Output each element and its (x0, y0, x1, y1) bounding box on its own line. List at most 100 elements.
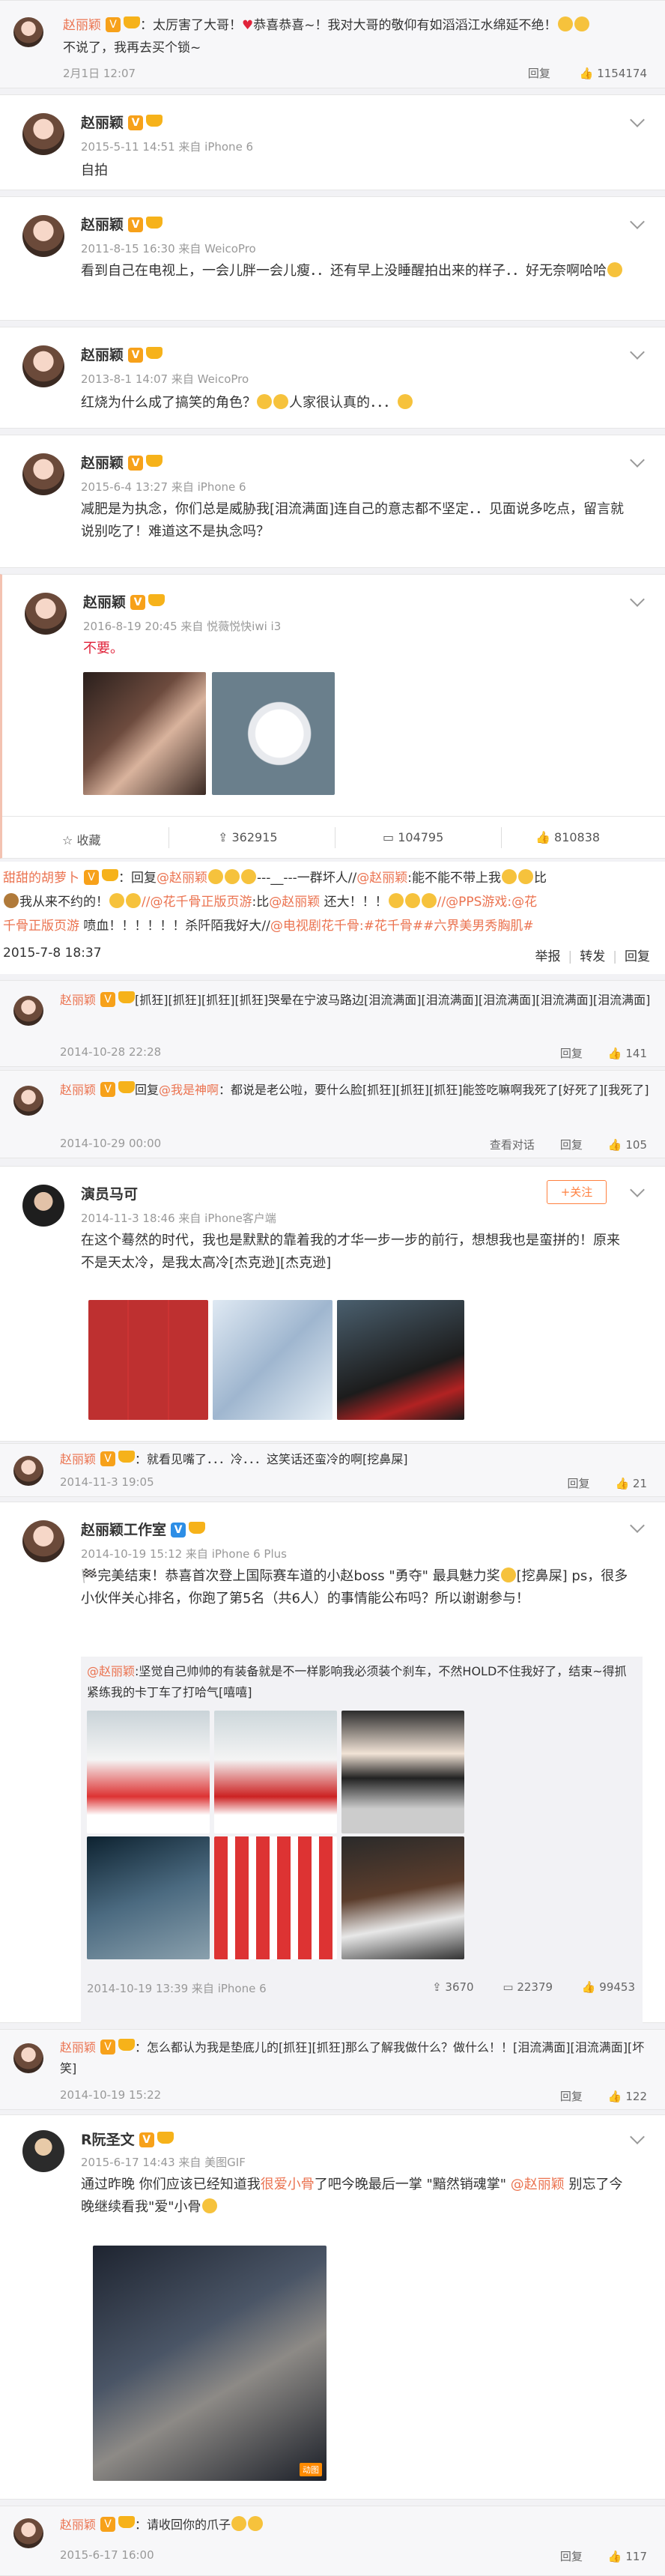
mention-link[interactable]: @我是神啊 (159, 1083, 219, 1097)
emoji-icon (273, 394, 288, 409)
mention-link[interactable]: 千骨正版页游 (3, 919, 79, 934)
avatar[interactable] (13, 2518, 43, 2548)
emoji-icon (109, 893, 124, 908)
quoted-image-3[interactable] (341, 1711, 464, 1833)
mention-link[interactable]: //@花千骨正版页游 (142, 895, 252, 910)
author-name[interactable]: 赵丽颖 (60, 2518, 96, 2532)
emoji-icon (388, 893, 404, 908)
author-name[interactable]: 赵丽颖 V (81, 452, 163, 472)
mention-link[interactable]: @赵丽颖 (356, 871, 407, 886)
report-button[interactable]: 举报 (535, 949, 561, 964)
reply-button[interactable]: 回复 (625, 949, 650, 964)
avatar[interactable] (13, 1086, 43, 1116)
author-name[interactable]: 赵丽颖工作室 V (81, 1519, 206, 1539)
post-image-portrait[interactable] (337, 1300, 464, 1420)
verified-badge: V (100, 2517, 116, 2532)
post-meta: 2015-6-4 13:27 来自 iPhone 6 (81, 480, 246, 494)
avatar[interactable] (22, 1185, 64, 1227)
avatar[interactable] (25, 593, 67, 635)
like-button[interactable]: 👍 105 (608, 1138, 647, 1152)
author-name[interactable]: 赵丽颖 V (83, 591, 166, 611)
quoted-text: @赵丽颖:坚觉自己帅帅的有装备就是不一样影响我必须装个刹车，不然HOLD不住我好… (87, 1664, 627, 1699)
like-button[interactable]: 👍 141 (608, 1047, 647, 1060)
like-button[interactable]: 👍 99453 (582, 1980, 635, 1994)
view-conversation-link[interactable]: 查看对话 (490, 1138, 535, 1152)
like-button[interactable]: 👍 21 (615, 1477, 647, 1490)
avatar[interactable] (22, 453, 64, 495)
chevron-down-icon[interactable] (630, 112, 645, 127)
avatar[interactable] (13, 17, 43, 47)
repost-button[interactable]: ⇪ 362915 (218, 830, 278, 844)
author-name[interactable]: 赵丽颖 V (81, 344, 163, 364)
chevron-down-icon[interactable] (630, 592, 645, 607)
reply-button[interactable]: 回复 (560, 2550, 583, 2563)
comment-button[interactable]: ▭ 104795 (383, 830, 443, 844)
reply-button[interactable]: 回复 (560, 1047, 583, 1060)
author-name[interactable]: R阮圣文 V (81, 2129, 174, 2149)
avatar[interactable] (13, 1456, 43, 1486)
reply-button[interactable]: 回复 (567, 1477, 589, 1490)
author-name[interactable]: 赵丽颖 (60, 2040, 96, 2055)
verified-badge: V (100, 1451, 116, 1466)
quoted-image-5[interactable] (214, 1836, 337, 1959)
repost-button[interactable]: ⇪ 3670 (432, 1980, 474, 1994)
comment-button[interactable]: ▭ 22379 (502, 1980, 553, 1994)
author-name[interactable]: 赵丽颖 V (81, 112, 163, 132)
mention-link[interactable]: @赵丽颖 (269, 895, 320, 910)
post-image-selfie[interactable] (83, 672, 206, 795)
reply-text-b: 恭喜恭喜~！我对大哥的敬仰有如滔滔江水绵延不绝！ (253, 18, 557, 33)
chevron-down-icon[interactable] (630, 2129, 645, 2144)
repost-button[interactable]: 转发 (580, 949, 605, 964)
chevron-down-icon[interactable] (630, 214, 645, 229)
mention-link[interactable]: @赵丽颖 (511, 2177, 565, 2192)
author-name[interactable]: 赵丽颖 (60, 993, 96, 1007)
reply-button[interactable]: 回复 (528, 67, 550, 80)
author-name[interactable]: 赵丽颖 V (81, 214, 163, 234)
reply-button[interactable]: 回复 (560, 1138, 583, 1152)
quoted-image-4[interactable] (87, 1836, 210, 1959)
author-name[interactable]: 赵丽颖 (60, 1083, 96, 1097)
emoji-icon (126, 893, 141, 908)
chevron-down-icon[interactable] (630, 1518, 645, 1533)
author-name[interactable]: 演员马可 (81, 1183, 138, 1203)
mention-link[interactable]: @赵丽颖 (87, 1664, 135, 1678)
quoted-post[interactable]: @赵丽颖:坚觉自己帅帅的有装备就是不一样影响我必须装个刹车，不然HOLD不住我好… (81, 1657, 643, 2024)
author-name[interactable]: 赵丽颖 (60, 1452, 96, 1466)
avatar[interactable] (13, 2043, 43, 2073)
avatar[interactable] (22, 113, 64, 155)
post-text: 在这个蓦然的时代，我也是默默的靠着我的才华一步一步的前行，想想我也是蛮拼的！原来… (81, 1233, 620, 1271)
chevron-down-icon[interactable] (630, 453, 645, 468)
post-image-dance[interactable] (213, 1300, 332, 1420)
mention-link[interactable]: @电视剧花千骨 (270, 919, 359, 934)
mention-link[interactable]: :@花 (507, 895, 537, 910)
avatar[interactable] (22, 1520, 64, 1562)
reply-button[interactable]: 回复 (560, 2090, 583, 2103)
post-gif[interactable]: 动图 (93, 2246, 327, 2481)
topic-link[interactable]: :#花千骨##六界美男秀胸肌# (359, 919, 534, 934)
like-button[interactable]: 👍 122 (608, 2090, 647, 2103)
post-card: 赵丽颖工作室 V 2014-10-19 15:12 来自 iPhone 6 Plu… (0, 1502, 665, 2024)
timestamp: 2014-11-3 19:05 (60, 1475, 154, 1489)
post-image-bunny[interactable] (212, 672, 335, 795)
quoted-image-2[interactable] (214, 1711, 337, 1833)
follow-button[interactable]: +关注 (547, 1180, 607, 1204)
collect-button[interactable]: ☆ 收藏 (62, 830, 100, 848)
timestamp: 2月1日 12:07 (63, 67, 136, 80)
quoted-image-1[interactable] (87, 1711, 210, 1833)
like-button[interactable]: 👍 117 (608, 2550, 647, 2563)
author-link[interactable]: 甜甜的胡萝卜 (3, 871, 79, 886)
avatar[interactable] (22, 2130, 64, 2172)
quoted-image-6[interactable] (341, 1836, 464, 1959)
chevron-down-icon[interactable] (630, 345, 645, 360)
avatar[interactable] (22, 345, 64, 387)
chevron-down-icon[interactable] (630, 1182, 645, 1197)
mention-link[interactable]: //@PPS游戏 (437, 895, 508, 910)
author-name[interactable]: 赵丽颖 (63, 18, 101, 33)
avatar[interactable] (22, 215, 64, 257)
like-button[interactable]: 👍 1154174 (580, 67, 647, 80)
avatar[interactable] (13, 996, 43, 1026)
crown-icon (118, 1451, 136, 1463)
mention-link[interactable]: @赵丽颖 (157, 871, 207, 886)
like-button[interactable]: 👍 810838 (535, 830, 600, 844)
post-image-collage[interactable] (88, 1300, 208, 1420)
